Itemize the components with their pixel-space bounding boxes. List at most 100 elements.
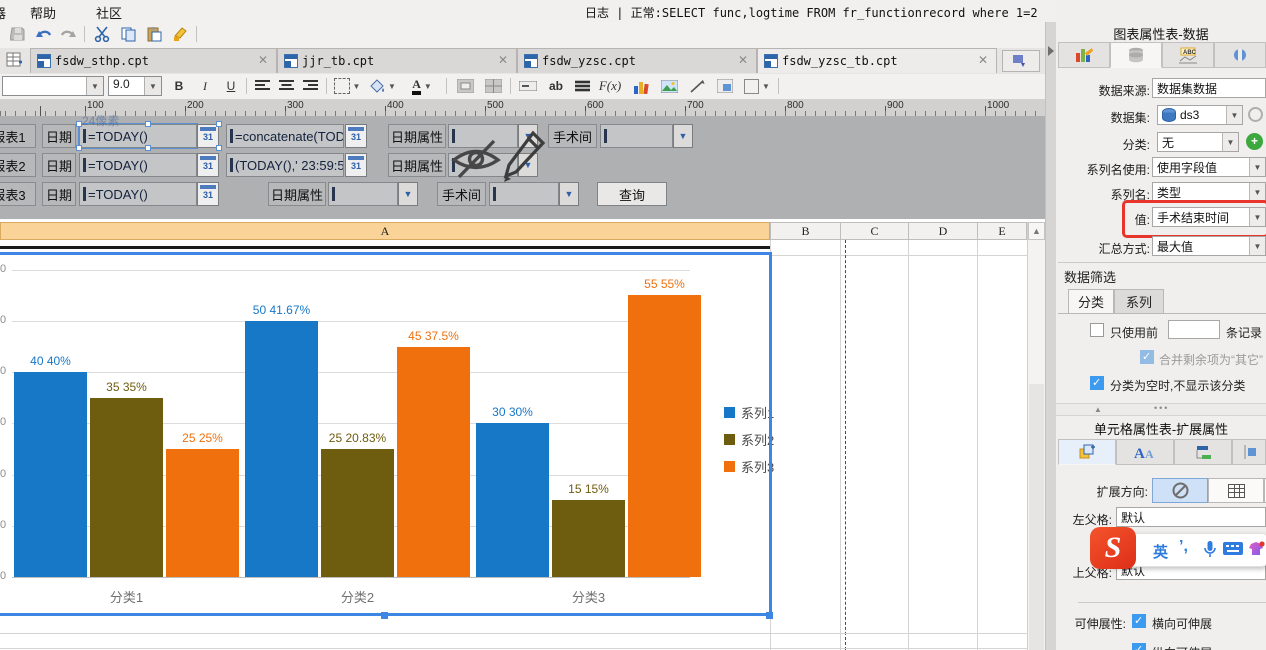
formula-icon[interactable]: F(x)	[596, 76, 624, 96]
collapse-arrow-icon[interactable]	[1048, 46, 1054, 56]
report-block-icon[interactable]	[714, 76, 736, 96]
use-first-checkbox[interactable]	[1090, 323, 1104, 337]
tab-chart-special[interactable]	[1214, 42, 1266, 68]
ime-punct-toggle[interactable]: ’,	[1179, 538, 1188, 556]
save-icon[interactable]	[8, 24, 28, 44]
column-header-B[interactable]: B	[770, 222, 841, 240]
underline-button[interactable]: U	[222, 76, 240, 96]
room-combo[interactable]	[600, 124, 673, 148]
tab-cell-layout[interactable]	[1174, 439, 1232, 465]
formula-widget[interactable]: (TODAY(),' 23:59:59')	[226, 153, 344, 177]
left-parent-combo[interactable]: 默认	[1116, 507, 1266, 527]
ime-mic-icon[interactable]	[1203, 540, 1217, 559]
tab-chart-type[interactable]	[1058, 42, 1110, 68]
tab-chart-style[interactable]: ABC	[1162, 42, 1214, 68]
column-header-C[interactable]: C	[840, 222, 909, 240]
column-header-E[interactable]: E	[977, 222, 1027, 240]
filter-tab-category[interactable]: 分类	[1068, 289, 1114, 314]
chevron-down-icon[interactable]: ▼	[673, 124, 693, 148]
document-tab[interactable]: fsdw_yzsc.cpt✕	[517, 48, 757, 73]
align-center-icon[interactable]	[276, 76, 296, 96]
textfield-widget-icon[interactable]	[516, 76, 540, 96]
shape-rect-icon[interactable]: ▼	[742, 76, 772, 96]
report-button-2[interactable]: 报表2	[0, 153, 36, 177]
date-attr-combo[interactable]	[328, 182, 398, 206]
expand-none-button[interactable]	[1152, 478, 1208, 503]
tab-close-icon[interactable]: ✕	[258, 54, 268, 66]
document-tab[interactable]: fsdw_yzsc_tb.cpt✕	[757, 48, 997, 73]
format-painter-icon[interactable]	[170, 24, 190, 44]
align-right-icon[interactable]	[300, 76, 320, 96]
chevron-down-icon[interactable]: ▼	[398, 182, 418, 206]
font-size-select[interactable]: 9.0 ▼	[108, 76, 162, 96]
panel-splitter[interactable]: ▲ •••	[1056, 403, 1266, 416]
menu-item-help[interactable]: 帮助	[30, 3, 56, 22]
ab-text-icon[interactable]: ab	[546, 76, 566, 96]
tab-cell-font[interactable]: AA	[1116, 439, 1174, 465]
report-button-1[interactable]: 报表1	[0, 124, 36, 148]
field-combo[interactable]: 无▼	[1157, 132, 1239, 152]
unmerge-cells-icon[interactable]	[482, 76, 504, 96]
sogou-logo[interactable]: S	[1090, 527, 1136, 569]
calendar-icon[interactable]	[345, 153, 367, 177]
italic-button[interactable]: I	[196, 76, 214, 96]
tab-cell-expand[interactable]	[1058, 439, 1116, 465]
date-widget[interactable]: =TODAY()	[79, 153, 197, 177]
h-expand-checkbox[interactable]	[1132, 614, 1146, 628]
calendar-icon[interactable]	[197, 153, 219, 177]
menu-item-community[interactable]: 社区	[96, 3, 122, 22]
calendar-icon[interactable]	[345, 124, 367, 148]
rich-text-icon[interactable]	[572, 76, 592, 96]
field-combo[interactable]: 数据集数据	[1152, 78, 1266, 98]
font-family-select[interactable]: ▼	[2, 76, 104, 96]
font-color-icon[interactable]: A▼	[406, 76, 438, 96]
merge-rest-checkbox[interactable]	[1140, 350, 1154, 364]
tab-list-icon[interactable]	[1002, 50, 1040, 72]
field-combo[interactable]: 最大值▼	[1152, 236, 1266, 256]
align-left-icon[interactable]	[252, 76, 272, 96]
tab-chart-data[interactable]	[1110, 42, 1162, 68]
ime-keyboard-icon[interactable]	[1223, 542, 1243, 556]
chevron-down-icon[interactable]: ▼	[1226, 106, 1242, 124]
chevron-down-icon[interactable]: ▼	[1222, 133, 1238, 151]
document-tab[interactable]: fsdw_sthp.cpt✕	[30, 48, 277, 73]
add-category-icon[interactable]: +	[1246, 133, 1263, 150]
field-combo[interactable]: 使用字段值▼	[1152, 157, 1266, 177]
copy-icon[interactable]	[118, 24, 138, 44]
chevron-down-icon[interactable]: ▼	[1249, 237, 1265, 255]
tab-close-icon[interactable]: ✕	[978, 54, 988, 66]
selection-handle[interactable]	[381, 612, 388, 619]
cut-icon[interactable]	[92, 24, 112, 44]
scroll-up-icon[interactable]: ▲	[1028, 222, 1045, 240]
tab-cell-other[interactable]	[1232, 439, 1266, 465]
draw-line-icon[interactable]	[686, 76, 708, 96]
column-header-A[interactable]: A	[0, 222, 770, 240]
fill-color-icon[interactable]: ▼	[368, 76, 398, 96]
date-widget[interactable]: =TODAY()	[79, 182, 197, 206]
field-combo[interactable]: 类型▼	[1152, 182, 1266, 202]
insert-image-icon[interactable]	[658, 76, 680, 96]
ime-skin-icon[interactable]	[1247, 540, 1265, 558]
undo-icon[interactable]	[34, 24, 54, 44]
menu-item-partial[interactable]: 器	[0, 3, 6, 22]
empty-category-checkbox[interactable]	[1090, 376, 1104, 390]
merge-cells-icon[interactable]	[454, 76, 476, 96]
calendar-icon[interactable]	[197, 182, 219, 206]
refresh-icon[interactable]	[1248, 107, 1263, 122]
report-button-3[interactable]: 报表3	[0, 182, 36, 206]
field-combo[interactable]: ds3▼	[1157, 105, 1243, 125]
sheet-vscrollbar[interactable]: ▲	[1027, 222, 1045, 650]
query-button[interactable]: 查询	[597, 182, 667, 206]
column-header-D[interactable]: D	[908, 222, 978, 240]
v-expand-checkbox[interactable]	[1132, 643, 1146, 650]
chevron-down-icon[interactable]: ▼	[1249, 158, 1265, 176]
new-report-icon[interactable]	[6, 52, 26, 70]
bold-button[interactable]: B	[170, 76, 188, 96]
document-tab[interactable]: jjr_tb.cpt✕	[277, 48, 517, 73]
paste-icon[interactable]	[144, 24, 164, 44]
chevron-down-icon[interactable]: ▼	[1249, 183, 1265, 201]
redo-icon[interactable]	[58, 24, 78, 44]
room-combo[interactable]	[489, 182, 559, 206]
scrollbar-thumb[interactable]	[1029, 384, 1044, 650]
selection-handle[interactable]	[766, 612, 773, 619]
